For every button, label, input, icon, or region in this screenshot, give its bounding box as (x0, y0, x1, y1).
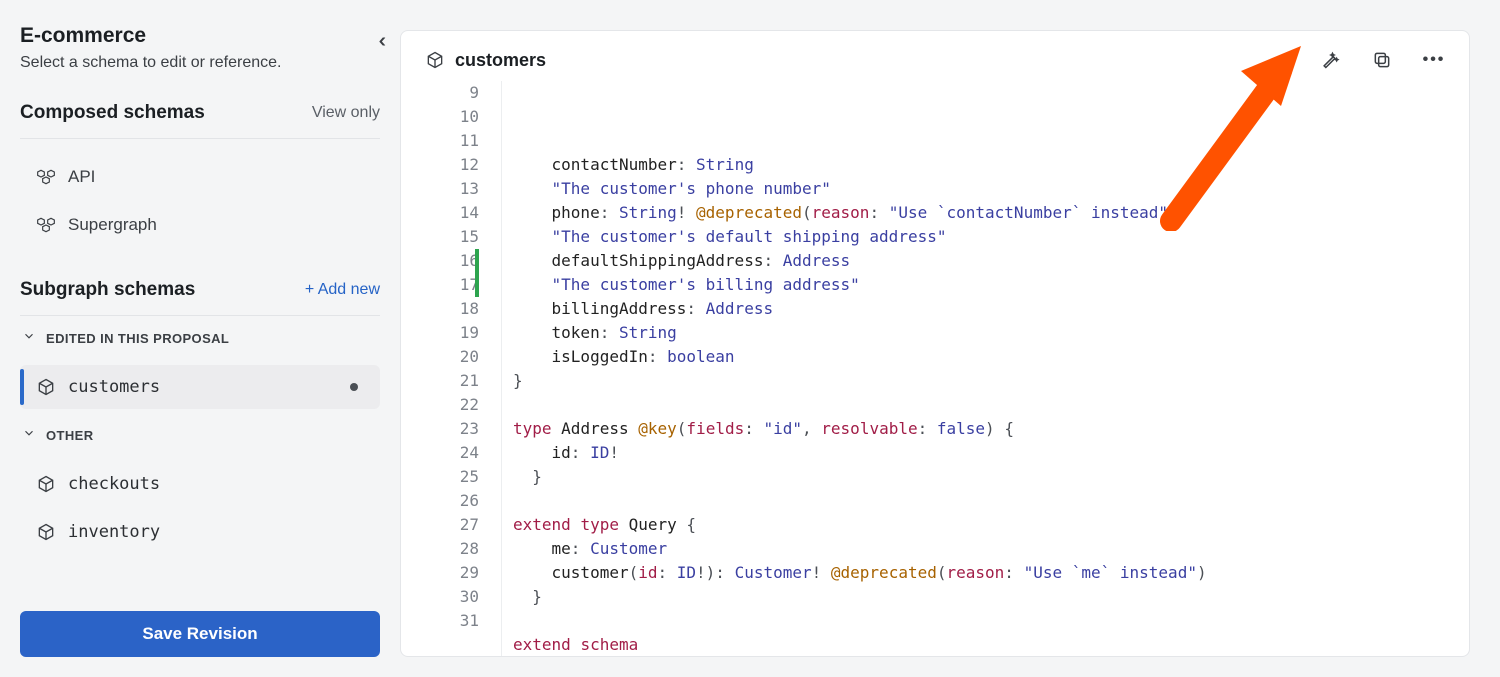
subgraph-item-customers[interactable]: customers (20, 365, 380, 409)
cube-icon (425, 50, 445, 70)
chevron-down-icon (22, 426, 36, 443)
subgraph-item-inventory[interactable]: inventory (20, 510, 380, 554)
composed-item-api[interactable]: API (20, 153, 380, 201)
sidebar-subtitle: Select a schema to edit or reference. (20, 54, 281, 72)
sidebar-title: E-commerce (20, 24, 281, 48)
subgraph-item-checkouts[interactable]: checkouts (20, 462, 380, 506)
federation-icon (36, 167, 56, 187)
editor-panel: customers ••• 91011121314151617181920212… (400, 30, 1470, 657)
subgraph-schemas-heading: Subgraph schemas (20, 279, 195, 301)
subgraph-group-1[interactable]: OTHER (20, 413, 380, 458)
composed-schemas-heading: Composed schemas (20, 102, 205, 124)
copy-icon[interactable] (1371, 49, 1393, 71)
cube-icon (36, 474, 56, 494)
cube-icon (36, 377, 56, 397)
main: customers ••• 91011121314151617181920212… (400, 0, 1500, 677)
collapse-sidebar-icon[interactable]: ‹‹ (379, 24, 380, 53)
panel-title: customers (455, 50, 546, 71)
save-revision-button[interactable]: Save Revision (20, 611, 380, 657)
magic-wand-icon[interactable] (1319, 49, 1341, 71)
subgraph-group-0[interactable]: EDITED IN THIS PROPOSAL (20, 316, 380, 361)
code-editor[interactable]: 9101112131415161718192021222324252627282… (401, 81, 1469, 656)
composed-schemas-badge: View only (312, 104, 380, 122)
chevron-down-icon (22, 329, 36, 346)
cube-icon (36, 522, 56, 542)
more-actions-icon[interactable]: ••• (1423, 49, 1445, 71)
composed-item-supergraph[interactable]: Supergraph (20, 201, 380, 249)
sidebar: E-commerce Select a schema to edit or re… (0, 0, 400, 677)
federation-icon (36, 215, 56, 235)
add-subgraph-button[interactable]: + Add new (305, 281, 380, 299)
modified-indicator (350, 383, 358, 391)
